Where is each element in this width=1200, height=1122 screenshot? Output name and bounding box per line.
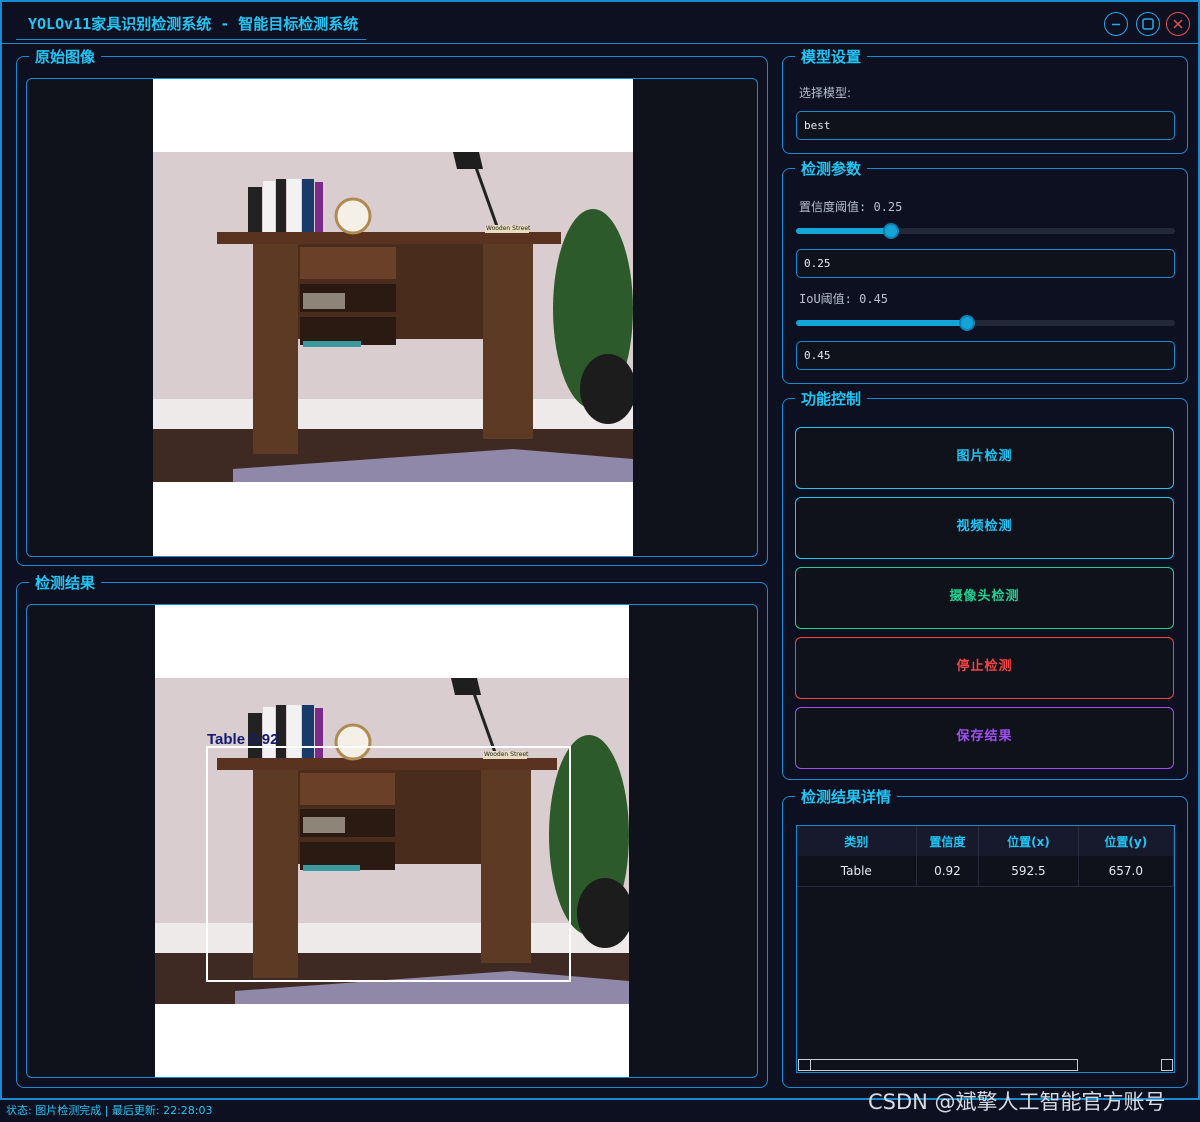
photo-sign-text: Wooden Street <box>486 225 531 232</box>
maximize-button[interactable] <box>1136 12 1160 36</box>
confidence-input[interactable]: 0.25 <box>796 249 1175 278</box>
column-header[interactable]: 类别 <box>797 826 917 856</box>
original-image-frame: Wooden Street <box>26 78 758 557</box>
detection-result-panel: 检测结果 Wooden Street Table 0.92 <box>16 573 768 1088</box>
minimize-icon <box>1112 23 1120 26</box>
close-button[interactable] <box>1166 12 1190 36</box>
iou-slider-fill <box>796 320 967 326</box>
detection-params-title: 检测参数 <box>795 159 868 179</box>
iou-label: IoU阈值: 0.45 <box>799 292 889 306</box>
table-cell: 592.5 <box>978 856 1079 887</box>
model-settings-title: 模型设置 <box>795 47 868 67</box>
iou-slider[interactable] <box>796 315 1175 331</box>
confidence-slider-handle[interactable] <box>882 223 899 239</box>
table-cell: 657.0 <box>1078 856 1174 887</box>
camera-detect-button[interactable]: 摄像头检测 <box>795 567 1174 629</box>
column-header[interactable]: 位置(x) <box>978 826 1079 856</box>
iou-slider-handle[interactable] <box>958 315 975 331</box>
original-image-panel: 原始图像 Wooden Street <box>16 47 768 566</box>
results-table-container: 类别 置信度 位置(x) 位置(y) Table 0.92 592.5 657.… <box>796 825 1175 1073</box>
close-icon <box>1173 19 1183 29</box>
function-controls-panel: 功能控制 图片检测 视频检测 摄像头检测 停止检测 保存结果 <box>782 389 1188 780</box>
function-controls-title: 功能控制 <box>795 389 868 409</box>
video-detect-button[interactable]: 视频检测 <box>795 497 1174 559</box>
confidence-slider-fill <box>796 228 891 234</box>
result-image: Wooden Street Table 0.92 <box>155 605 629 1077</box>
photo-sign-text: Wooden Street <box>484 751 529 758</box>
table-row[interactable]: Table 0.92 592.5 657.0 <box>797 856 1174 887</box>
minimize-button[interactable] <box>1104 12 1128 36</box>
model-select[interactable]: best <box>796 111 1175 140</box>
desk-photo-annotated <box>155 678 629 1004</box>
detection-label: Table 0.92 <box>207 731 279 748</box>
table-cell: 0.92 <box>916 856 980 887</box>
maximize-icon <box>1142 18 1154 30</box>
stop-detect-button[interactable]: 停止检测 <box>795 637 1174 699</box>
column-header[interactable]: 位置(y) <box>1078 826 1174 856</box>
desk-photo <box>153 152 633 482</box>
detection-params-panel: 检测参数 置信度阈值: 0.25 0.25 IoU阈值: 0.45 0.45 <box>782 159 1188 384</box>
watermark: CSDN @斌擎人工智能官方账号 <box>868 1090 1166 1114</box>
title-bar: YOLOv11家具识别检测系统 - 智能目标检测系统 <box>2 2 1198 44</box>
image-detect-button[interactable]: 图片检测 <box>795 427 1174 489</box>
column-header[interactable]: 置信度 <box>916 826 980 856</box>
confidence-slider[interactable] <box>796 223 1175 239</box>
table-cell: Table <box>797 856 917 887</box>
model-settings-panel: 模型设置 选择模型: best <box>782 47 1188 154</box>
detection-result-title: 检测结果 <box>29 573 102 593</box>
original-image: Wooden Street <box>153 79 633 556</box>
results-table: 类别 置信度 位置(x) 位置(y) Table 0.92 592.5 657.… <box>797 826 1174 887</box>
results-detail-title: 检测结果详情 <box>795 787 898 807</box>
window-title: YOLOv11家具识别检测系统 - 智能目标检测系统 <box>16 8 367 40</box>
confidence-label: 置信度阈值: 0.25 <box>799 200 903 214</box>
iou-input[interactable]: 0.45 <box>796 341 1175 370</box>
app-window: YOLOv11家具识别检测系统 - 智能目标检测系统 原始图像 Wooden S… <box>0 0 1200 1100</box>
original-image-title: 原始图像 <box>29 47 102 67</box>
scroll-corner <box>1161 1059 1173 1071</box>
model-select-label: 选择模型: <box>799 86 852 100</box>
horizontal-scrollbar[interactable] <box>798 1059 1078 1071</box>
results-header-row: 类别 置信度 位置(x) 位置(y) <box>797 826 1174 856</box>
result-image-frame: Wooden Street Table 0.92 <box>26 604 758 1078</box>
results-detail-panel: 检测结果详情 类别 置信度 位置(x) 位置(y) Table 0.92 592… <box>782 787 1188 1088</box>
save-results-button[interactable]: 保存结果 <box>795 707 1174 769</box>
scroll-left-arrow-icon[interactable] <box>799 1060 811 1070</box>
